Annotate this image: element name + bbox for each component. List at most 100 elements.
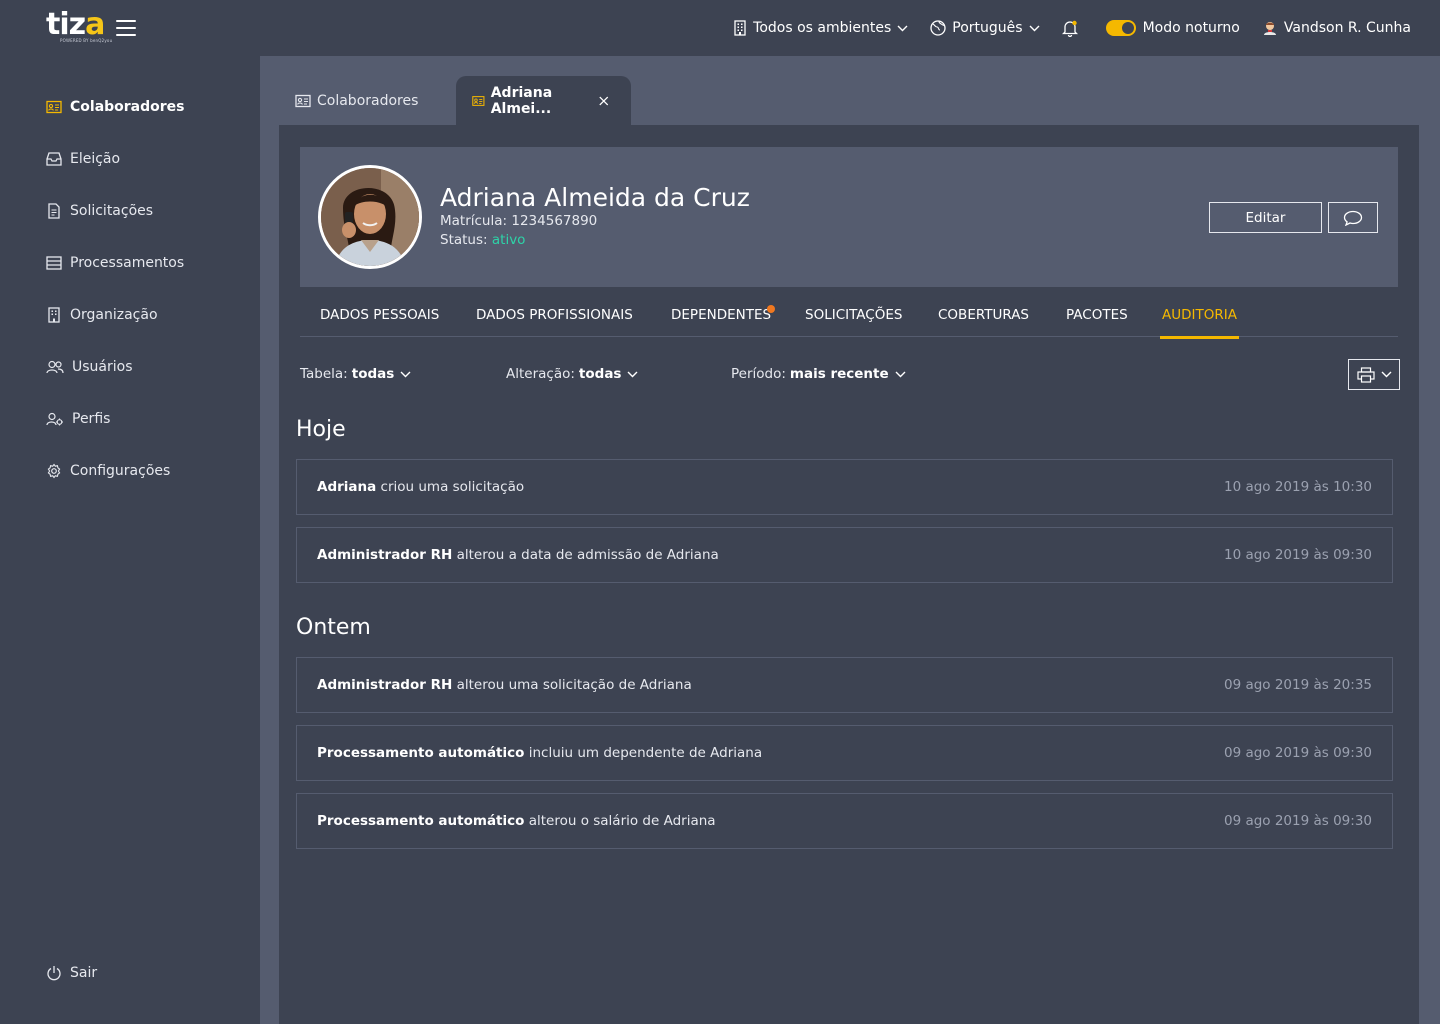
- sidebar-item-eleicao[interactable]: Eleição: [46, 149, 120, 169]
- filter-value: todas: [351, 366, 395, 382]
- registration-label: Matrícula:: [440, 213, 508, 229]
- app-logo[interactable]: tiza POWERED BY benQ2you: [46, 7, 113, 44]
- sidebar-item-organizacao[interactable]: Organização: [46, 305, 158, 325]
- document-icon: [48, 203, 60, 219]
- audit-timestamp: 09 ago 2019 às 09:30: [1223, 813, 1372, 829]
- gear-icon: [47, 463, 61, 479]
- logo-text: tiz: [46, 7, 86, 42]
- logo-text-accent: a: [85, 7, 105, 42]
- notifications-button[interactable]: [1061, 20, 1084, 37]
- language-label: Português: [952, 20, 1023, 36]
- user-name: Vandson R. Cunha: [1283, 20, 1411, 36]
- list-icon: [46, 256, 62, 270]
- registration-value: 1234567890: [511, 213, 598, 229]
- filter-label: Período:: [731, 366, 786, 382]
- toggle-switch[interactable]: [1105, 20, 1136, 36]
- change-filter[interactable]: Alteração: todas: [506, 366, 638, 382]
- period-filter[interactable]: Período: mais recente: [731, 366, 906, 382]
- audit-action: alterou uma solicitação de Adriana: [456, 677, 692, 693]
- tab-coberturas[interactable]: COBERTURAS: [938, 304, 1029, 337]
- chevron-down-icon: [1029, 25, 1040, 31]
- audit-timestamp: 09 ago 2019 às 20:35: [1223, 677, 1372, 693]
- profile-avatar: [318, 165, 422, 269]
- audit-timestamp: 09 ago 2019 às 09:30: [1223, 745, 1372, 761]
- group-title-yesterday: Ontem: [296, 615, 371, 640]
- logout-button[interactable]: Sair: [46, 963, 97, 983]
- sidebar-item-configuracoes[interactable]: Configurações: [46, 461, 170, 481]
- sidebar-item-usuarios[interactable]: Usuários: [46, 357, 133, 377]
- tab-colaboradores[interactable]: Colaboradores: [279, 76, 456, 126]
- audit-action: alterou a data de admissão de Adriana: [456, 547, 719, 563]
- tab-pacotes[interactable]: PACOTES: [1066, 304, 1128, 337]
- id-card-icon: [46, 100, 62, 114]
- audit-entry[interactable]: Administrador RH alterou uma solicitação…: [296, 657, 1393, 713]
- chevron-down-icon: [627, 371, 638, 377]
- filter-label: Alteração:: [506, 366, 575, 382]
- tab-adriana[interactable]: Adriana Almei...: [456, 76, 631, 126]
- status-value: ativo: [491, 232, 526, 248]
- audit-entry[interactable]: Processamento automático incluiu um depe…: [296, 725, 1393, 781]
- table-filter[interactable]: Tabela: todas: [300, 366, 411, 382]
- tab-dados-profissionais[interactable]: DADOS PROFISSIONAIS: [476, 304, 633, 337]
- environment-selector[interactable]: Todos os ambientes: [733, 20, 908, 36]
- tab-auditoria[interactable]: AUDITORIA: [1160, 304, 1239, 339]
- id-card-icon: [295, 94, 311, 108]
- logo-subtitle: POWERED BY benQ2you: [60, 38, 113, 43]
- sidebar-item-processamentos[interactable]: Processamentos: [46, 253, 184, 273]
- power-icon: [47, 966, 61, 981]
- audit-entry[interactable]: Administrador RH alterou a data de admis…: [296, 527, 1393, 583]
- close-icon[interactable]: [599, 95, 609, 107]
- tab-label: Adriana Almei...: [490, 85, 553, 117]
- inbox-icon: [46, 152, 62, 166]
- sidebar-item-label: Processamentos: [70, 255, 185, 271]
- audit-entry[interactable]: Processamento automático alterou o salár…: [296, 793, 1393, 849]
- sidebar-item-label: Solicitações: [70, 203, 154, 219]
- tab-label: Colaboradores: [317, 93, 419, 109]
- audit-description: Adriana criou uma solicitação: [317, 479, 524, 495]
- tab-dependentes[interactable]: DEPENDENTES: [671, 304, 776, 337]
- user-avatar-icon: [1263, 22, 1276, 35]
- profile-registration: Matrícula: 1234567890: [440, 213, 597, 229]
- notification-badge: [767, 305, 776, 313]
- audit-description: Processamento automático alterou o salár…: [317, 813, 716, 829]
- globe-icon: [930, 20, 946, 36]
- sidebar-item-perfis[interactable]: Perfis: [46, 409, 110, 429]
- audit-actor: Processamento automático: [317, 813, 525, 829]
- bell-icon: [1061, 20, 1078, 37]
- section-tabs: DADOS PESSOAIS DADOS PROFISSIONAIS DEPEN…: [300, 304, 1398, 339]
- audit-description: Administrador RH alterou uma solicitação…: [317, 677, 692, 693]
- dark-mode-label: Modo noturno: [1142, 20, 1240, 36]
- language-selector[interactable]: Português: [930, 20, 1040, 36]
- audit-entry[interactable]: Adriana criou uma solicitação 10 ago 201…: [296, 459, 1393, 515]
- audit-action: criou uma solicitação: [380, 479, 525, 495]
- sidebar-item-solicitacoes[interactable]: Solicitações: [46, 201, 153, 221]
- filter-value: mais recente: [789, 366, 889, 382]
- sidebar-item-colaboradores[interactable]: Colaboradores: [46, 97, 185, 117]
- sidebar-item-label: Perfis: [72, 411, 111, 427]
- tab-solicitacoes[interactable]: SOLICITAÇÕES: [805, 304, 902, 337]
- sidebar-item-label: Organização: [70, 307, 158, 323]
- user-menu[interactable]: Vandson R. Cunha: [1262, 20, 1411, 36]
- user-gear-icon: [46, 412, 63, 426]
- chevron-down-icon: [897, 25, 908, 31]
- audit-description: Processamento automático incluiu um depe…: [317, 745, 762, 761]
- audit-action: alterou o salário de Adriana: [528, 813, 716, 829]
- edit-button[interactable]: Editar: [1209, 202, 1322, 233]
- dark-mode-toggle[interactable]: Modo noturno: [1105, 20, 1240, 36]
- profile-name: Adriana Almeida da Cruz: [440, 183, 750, 212]
- person-photo: [321, 168, 419, 266]
- menu-toggle-button[interactable]: [116, 20, 136, 36]
- sidebar-item-label: Colaboradores: [70, 99, 185, 115]
- filter-label: Tabela:: [300, 366, 348, 382]
- building-icon: [734, 20, 746, 36]
- logout-label: Sair: [70, 965, 98, 981]
- audit-action: incluiu um dependente de Adriana: [528, 745, 763, 761]
- message-button[interactable]: [1328, 202, 1378, 233]
- chevron-down-icon: [895, 371, 906, 377]
- tab-dados-pessoais[interactable]: DADOS PESSOAIS: [320, 304, 439, 337]
- filter-value: todas: [578, 366, 622, 382]
- print-button[interactable]: [1348, 359, 1400, 390]
- chevron-down-icon: [400, 371, 411, 377]
- printer-icon: [1356, 366, 1375, 383]
- page-tabs: Colaboradores Adriana Almei...: [279, 76, 631, 126]
